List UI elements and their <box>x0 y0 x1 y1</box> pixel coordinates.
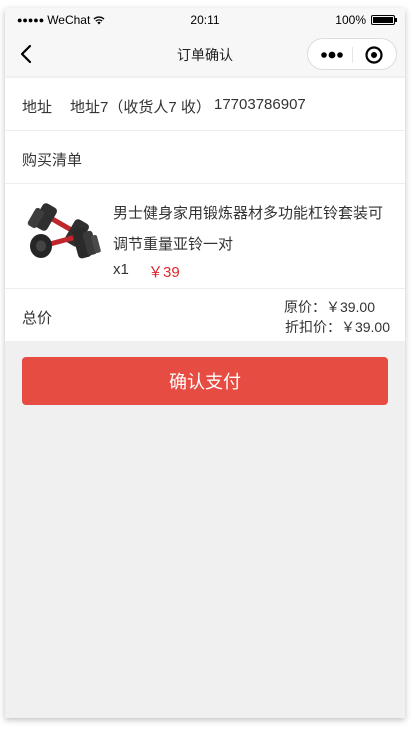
product-price: ￥39 <box>148 264 180 281</box>
discount-price: 折扣价：￥39.00 <box>284 319 390 335</box>
total-label: 总价 <box>22 310 53 327</box>
product-image <box>27 203 101 259</box>
purchase-list-label: 购买清单 <box>22 152 83 169</box>
product-quantity: x1 <box>113 261 129 278</box>
more-dots-icon[interactable] <box>318 45 348 65</box>
confirm-pay-button[interactable]: 确认支付 <box>22 357 388 405</box>
address-label: 地址 <box>22 99 53 116</box>
nav-bar: 订单确认 <box>5 32 405 76</box>
product-name: 男士健身家用锻炼器材多功能杠铃套装可调节重量亚铃一对 <box>113 205 384 253</box>
status-right: 100% <box>335 13 397 27</box>
original-price: 原价：￥39.00 <box>283 299 375 315</box>
order-item[interactable]: 男士健身家用锻炼器材多功能杠铃套装可调节重量亚铃一对 x1 ￥39 <box>5 184 405 289</box>
total-row: 总价 原价：￥39.00 折扣价：￥39.00 <box>5 289 405 341</box>
status-bar: ●●●●● WeChat 20:11 100% <box>5 8 405 32</box>
phone-screen: ●●●●● WeChat 20:11 100% 订单确认 地址 地址7（收货人7… <box>5 8 405 718</box>
purchase-list-header: 购买清单 <box>5 131 405 184</box>
address-row[interactable]: 地址 地址7（收货人7 收） 17703786907 <box>5 78 405 131</box>
address-phone: 17703786907 <box>214 96 306 113</box>
close-circle-icon[interactable] <box>364 45 384 65</box>
address-text: 地址7（收货人7 收） <box>70 99 211 116</box>
battery-percent: 100% <box>335 13 366 27</box>
capsule-divider <box>352 47 353 63</box>
mini-program-capsule <box>307 38 397 70</box>
battery-icon <box>371 15 397 25</box>
